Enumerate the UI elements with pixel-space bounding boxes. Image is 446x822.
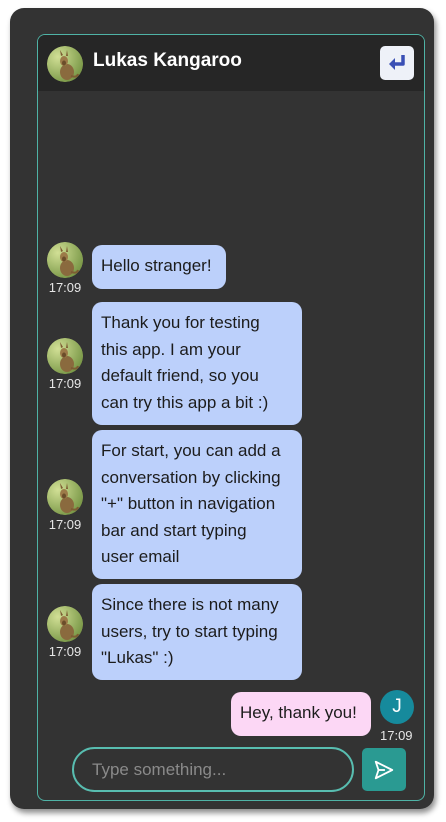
user-avatar[interactable]: J: [380, 690, 414, 724]
return-arrow-icon: [389, 55, 405, 70]
message-bubble: For start, you can add a conversation by…: [92, 430, 302, 579]
message-time: 17:09: [48, 517, 82, 532]
contact-name: Lukas Kangaroo: [93, 50, 242, 71]
message-time: 17:09: [380, 728, 413, 743]
send-icon: [374, 760, 394, 779]
message-bubble: Thank you for testing this app. I am you…: [92, 302, 302, 425]
return-button[interactable]: [380, 46, 414, 80]
kangaroo-avatar-icon: [47, 479, 83, 515]
kangaroo-avatar-icon: [47, 242, 83, 278]
kangaroo-avatar-icon[interactable]: [47, 46, 83, 82]
message-avatar: 17:09: [45, 606, 85, 659]
my-message-bubble: Hey, thank you!: [231, 692, 371, 736]
app-window: Lukas Kangaroo 17:09 Hello stranger! 17:…: [10, 8, 434, 809]
message-time: 17:09: [48, 280, 82, 295]
chat-header: Lukas Kangaroo: [38, 35, 424, 91]
message-input[interactable]: Type something...: [72, 747, 354, 792]
message-bubble: Since there is not many users, try to st…: [92, 584, 302, 680]
kangaroo-avatar-icon: [47, 338, 83, 374]
message-time: 17:09: [48, 376, 82, 391]
chat-container: Lukas Kangaroo 17:09 Hello stranger! 17:…: [37, 34, 425, 801]
message-avatar: 17:09: [45, 479, 85, 532]
message-time: 17:09: [48, 644, 82, 659]
message-bubble: Hello stranger!: [92, 245, 226, 289]
send-button[interactable]: [362, 748, 406, 791]
message-avatar: 17:09: [45, 242, 85, 295]
message-avatar: 17:09: [45, 338, 85, 391]
kangaroo-avatar-icon: [47, 606, 83, 642]
